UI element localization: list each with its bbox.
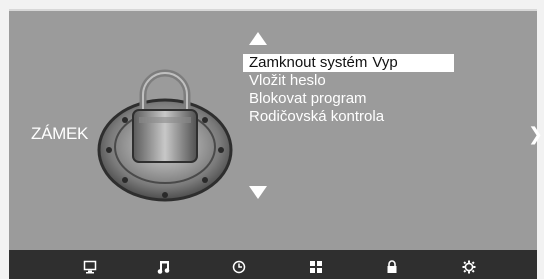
menu-screen: [9, 9, 537, 251]
music-icon[interactable]: [157, 260, 171, 274]
menu-item-lock-system[interactable]: Zamknout systém Vyp: [243, 54, 454, 72]
monitor-icon[interactable]: [83, 260, 97, 274]
up-arrow-icon[interactable]: [249, 32, 267, 45]
lock-icon[interactable]: [385, 260, 399, 274]
clock-icon[interactable]: [232, 260, 246, 274]
menu-item-label: Blokovat program: [249, 90, 367, 107]
gear-icon[interactable]: [462, 260, 476, 274]
menu-item-label: Vložit heslo: [249, 72, 326, 89]
menu-item-set-password[interactable]: Vložit heslo: [243, 72, 454, 90]
menu-item-parental-control[interactable]: Rodičovská kontrola: [243, 108, 454, 126]
menu-item-value: Vyp: [372, 54, 398, 71]
grid-icon[interactable]: [309, 260, 323, 274]
category-label: ZÁMEK: [31, 124, 89, 143]
menu-item-block-program[interactable]: Blokovat program: [243, 90, 454, 108]
padlock-manhole-icon: [97, 69, 233, 202]
lock-menu: Zamknout systém Vyp Vložit heslo Blokovat…: [243, 54, 454, 126]
next-page-icon[interactable]: ❯: [528, 124, 543, 145]
menu-item-label: Zamknout systém: [249, 54, 368, 71]
down-arrow-icon[interactable]: [249, 186, 267, 199]
menu-item-label: Rodičovská kontrola: [249, 108, 385, 125]
